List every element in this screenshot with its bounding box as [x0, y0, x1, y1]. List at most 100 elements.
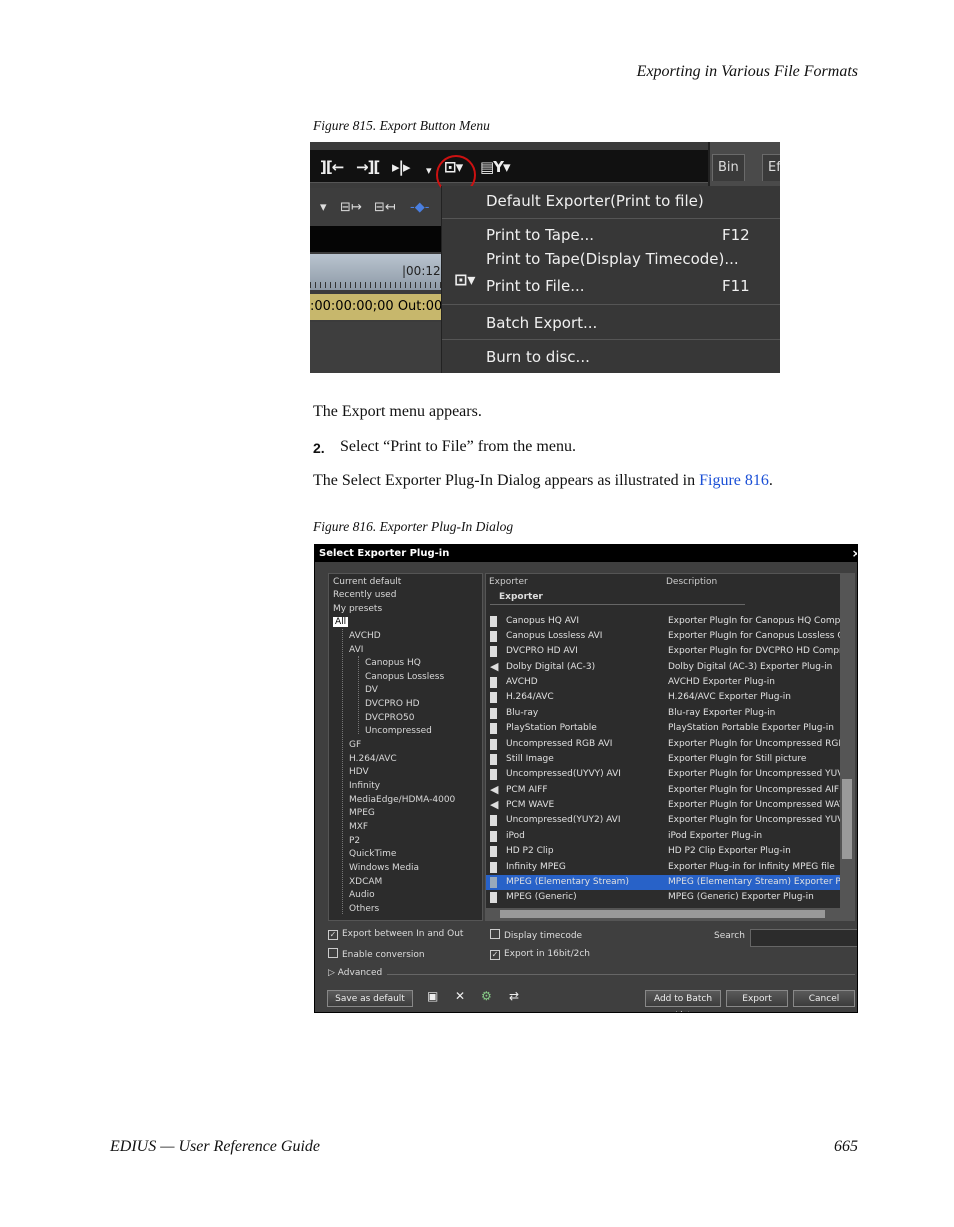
- list-item[interactable]: DVCPRO HD AVI Exporter PlugIn for DVCPRO …: [486, 644, 841, 659]
- figure-816-caption: Figure 816. Exporter Plug-In Dialog: [313, 519, 514, 534]
- tree-item-selected[interactable]: All: [333, 617, 349, 627]
- export-preset-icon[interactable]: ⇄: [509, 989, 519, 1003]
- list-item[interactable]: Canopus Lossless AVI Exporter PlugIn for …: [486, 629, 841, 644]
- exporter-name: PCM WAVE: [506, 800, 555, 810]
- paragraph-export-menu-appears: The Export menu appears.: [313, 403, 482, 420]
- menu-item-print-to-tape-timecode[interactable]: Print to Tape(Display Timecode)...: [486, 250, 739, 268]
- tree-item[interactable]: MPEG: [349, 808, 375, 818]
- menu-item-burn-to-disc[interactable]: Burn to disc...: [486, 348, 590, 366]
- tree-item[interactable]: Infinity: [349, 781, 380, 791]
- tree-item[interactable]: AVCHD: [349, 631, 381, 641]
- list-item[interactable]: PlayStation Portable PlayStation Portable…: [486, 721, 841, 736]
- column-header-description[interactable]: Description: [666, 577, 717, 587]
- set-out-icon[interactable]: →][: [356, 158, 380, 176]
- category-tree: Current default Recently used My presets…: [328, 573, 483, 921]
- delete-icon[interactable]: ✕: [455, 989, 465, 1003]
- list-item[interactable]: Uncompressed(YUY2) AVI Exporter PlugIn fo…: [486, 813, 841, 828]
- scroll-thumb[interactable]: [842, 779, 852, 859]
- menu-separator: [442, 339, 780, 340]
- list-item[interactable]: ◀ Dolby Digital (AC-3) Dolby Digital (AC-3…: [486, 660, 841, 675]
- list-item-selected[interactable]: MPEG (Elementary Stream) MPEG (Elementary…: [486, 875, 841, 890]
- tree-item[interactable]: AVI: [349, 645, 363, 655]
- tree-item[interactable]: DV: [365, 685, 378, 695]
- scroll-thumb[interactable]: [500, 910, 825, 918]
- set-in-icon[interactable]: ][←: [320, 158, 344, 176]
- menu-separator: [442, 304, 780, 305]
- search-input[interactable]: [750, 929, 857, 947]
- tab-bin[interactable]: Bin: [712, 154, 745, 181]
- advanced-expander[interactable]: ▷ Advanced: [328, 968, 382, 978]
- enable-conversion-checkbox[interactable]: Enable conversion: [328, 948, 425, 960]
- chevron-down-icon[interactable]: ▾: [320, 200, 327, 215]
- vertical-scrollbar[interactable]: [840, 574, 854, 920]
- tree-item[interactable]: Uncompressed: [365, 726, 432, 736]
- exporter-desc: Exporter PlugIn for Uncompressed RGB Av: [668, 739, 840, 749]
- tree-item[interactable]: Current default: [333, 577, 401, 587]
- preset-icon[interactable]: ⚙: [481, 989, 492, 1003]
- list-item[interactable]: H.264/AVC H.264/AVC Exporter Plug-in: [486, 690, 841, 705]
- overwrite-icon[interactable]: ⊟↤: [374, 200, 396, 215]
- add-to-batch-list-button[interactable]: Add to Batch List: [645, 990, 721, 1012]
- list-item[interactable]: ◀ PCM AIFF Exporter PlugIn for Uncompresse…: [486, 783, 841, 798]
- horizontal-scrollbar[interactable]: [486, 908, 841, 920]
- tree-item[interactable]: XDCAM: [349, 877, 382, 887]
- close-icon[interactable]: ×: [852, 545, 857, 562]
- marker-icon[interactable]: -◆-: [410, 200, 429, 215]
- column-header-exporter[interactable]: Exporter: [489, 577, 528, 587]
- list-item[interactable]: ◀ PCM WAVE Exporter PlugIn for Uncompresse…: [486, 798, 841, 813]
- exporter-name: AVCHD: [506, 677, 538, 687]
- chevron-down-icon[interactable]: ▾: [426, 164, 431, 177]
- tree-item[interactable]: HDV: [349, 767, 369, 777]
- export-in-out-checkbox[interactable]: ✓ Export between In and Out: [328, 929, 463, 940]
- list-item[interactable]: HD P2 Clip HD P2 Clip Exporter Plug-in: [486, 844, 841, 859]
- tree-item[interactable]: Canopus HQ: [365, 658, 421, 668]
- tree-item[interactable]: MediaEdge/HDMA-4000: [349, 795, 455, 805]
- menu-item-default-exporter[interactable]: Default Exporter(Print to file): [486, 192, 704, 210]
- tree-item[interactable]: P2: [349, 836, 360, 846]
- display-timecode-checkbox[interactable]: Display timecode: [490, 929, 582, 941]
- tree-item[interactable]: Canopus Lossless: [365, 672, 444, 682]
- insert-icon[interactable]: ⊟↦: [340, 200, 362, 215]
- exporter-desc: MPEG (Generic) Exporter Plug-in: [668, 892, 814, 902]
- tree-item[interactable]: My presets: [333, 604, 382, 614]
- tree-item[interactable]: MXF: [349, 822, 368, 832]
- save-icon[interactable]: ▣: [427, 989, 438, 1003]
- list-item[interactable]: Infinity MPEG Exporter Plug-in for Infini…: [486, 860, 841, 875]
- group-divider: [490, 604, 745, 605]
- track-toolbar: ▾ ⊟↦ ⊟↤ -◆-: [310, 188, 441, 226]
- list-item[interactable]: Uncompressed(UYVY) AVI Exporter PlugIn fo…: [486, 767, 841, 782]
- tree-item[interactable]: DVCPRO50: [365, 713, 414, 723]
- list-item[interactable]: Blu-ray Blu-ray Exporter Plug-in: [486, 706, 841, 721]
- export-button[interactable]: Export: [726, 990, 788, 1007]
- trim-icon[interactable]: ▸|▸: [392, 158, 411, 176]
- menu-item-batch-export[interactable]: Batch Export...: [486, 314, 597, 332]
- tree-item[interactable]: Recently used: [333, 590, 396, 600]
- exporter-name: Blu-ray: [506, 708, 539, 718]
- tab-effect[interactable]: Ef: [762, 154, 780, 181]
- cancel-button[interactable]: Cancel: [793, 990, 855, 1007]
- list-item[interactable]: iPod iPod Exporter Plug-in: [486, 829, 841, 844]
- film-icon: [490, 754, 497, 765]
- list-item[interactable]: MPEG (Generic) MPEG (Generic) Exporter Pl…: [486, 890, 841, 905]
- list-item[interactable]: Uncompressed RGB AVI Exporter PlugIn for …: [486, 737, 841, 752]
- render-icon[interactable]: ▤Y▾: [480, 158, 511, 176]
- list-item[interactable]: Canopus HQ AVI Exporter PlugIn for Canopu…: [486, 614, 841, 629]
- tree-item[interactable]: Windows Media: [349, 863, 419, 873]
- tree-item[interactable]: H.264/AVC: [349, 754, 397, 764]
- save-as-default-button[interactable]: Save as default: [327, 990, 413, 1007]
- figure-816-link[interactable]: Figure 816: [699, 472, 769, 489]
- menu-item-print-to-tape[interactable]: Print to Tape...: [486, 226, 594, 244]
- tree-item[interactable]: DVCPRO HD: [365, 699, 420, 709]
- timeline-ruler[interactable]: |00:12: [310, 254, 441, 290]
- list-item[interactable]: AVCHD AVCHD Exporter Plug-in: [486, 675, 841, 690]
- tree-line: [342, 629, 343, 914]
- tree-item[interactable]: Audio: [349, 890, 375, 900]
- tree-item[interactable]: GF: [349, 740, 361, 750]
- film-icon: [490, 616, 497, 627]
- tree-item[interactable]: Others: [349, 904, 379, 914]
- tree-item[interactable]: QuickTime: [349, 849, 396, 859]
- menu-item-print-to-file[interactable]: Print to File...: [486, 277, 585, 295]
- export-16bit-checkbox[interactable]: ✓ Export in 16bit/2ch: [490, 949, 590, 960]
- export-menu: Default Exporter(Print to file) Print to…: [441, 186, 780, 373]
- list-item[interactable]: Still Image Exporter PlugIn for Still pic…: [486, 752, 841, 767]
